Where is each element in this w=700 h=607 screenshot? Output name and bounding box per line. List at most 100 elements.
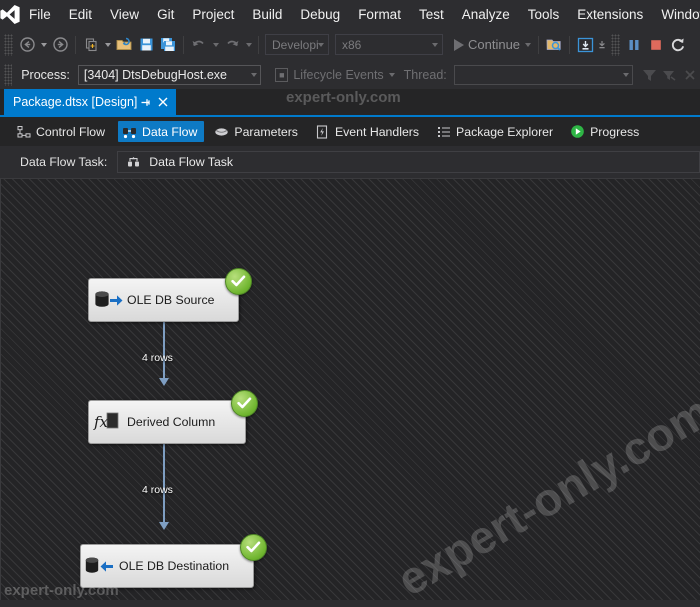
chevron-down-icon	[432, 42, 438, 47]
data-flow-path-2-arrow	[159, 522, 169, 530]
data-flow-path-1-label: 4 rows	[142, 352, 173, 364]
new-item-dropdown[interactable]	[102, 33, 113, 57]
data-flow-path-1[interactable]	[163, 320, 165, 382]
data-flow-task-value: Data Flow Task	[149, 155, 234, 169]
menu-item-tools[interactable]: Tools	[519, 0, 569, 29]
parameters-icon	[214, 124, 229, 139]
continue-label: Continue	[468, 37, 521, 52]
tab-event-handlers[interactable]: Event Handlers	[311, 121, 426, 142]
undo-dropdown[interactable]	[210, 33, 221, 57]
process-label: Process:	[21, 67, 70, 82]
solution-configuration-combo[interactable]: Developi	[265, 34, 329, 55]
visual-studio-logo-icon	[0, 0, 20, 29]
component-ole-db-destination[interactable]: OLE DB Destination	[80, 544, 254, 588]
step-into-icon[interactable]	[574, 33, 596, 57]
status-badge-ole-db-source	[225, 268, 252, 295]
toolbar-grip[interactable]	[611, 33, 621, 56]
menu-item-project[interactable]: Project	[183, 0, 243, 29]
debug-location-toolbar: Process: [3404] DtsDebugHost.exe ■ Lifec…	[0, 60, 700, 89]
close-icon[interactable]	[680, 63, 700, 87]
redo-icon[interactable]	[221, 33, 243, 57]
filter-clear-icon[interactable]	[660, 63, 680, 87]
step-into-dropdown[interactable]	[596, 33, 607, 57]
component-derived-column-label: Derived Column	[127, 415, 216, 429]
restart-icon[interactable]	[667, 33, 689, 57]
tab-parameters[interactable]: Parameters	[210, 121, 305, 142]
process-value: [3404] DtsDebugHost.exe	[83, 67, 227, 82]
menu-item-build[interactable]: Build	[243, 0, 291, 29]
tab-package-explorer[interactable]: Package Explorer	[432, 121, 560, 142]
data-flow-task-bar: Data Flow Task: Data Flow Task	[0, 146, 700, 178]
chevron-down-icon	[622, 72, 629, 77]
pause-icon[interactable]	[623, 33, 645, 57]
svg-text:fx: fx	[93, 413, 109, 431]
ole-db-destination-icon	[81, 555, 119, 577]
toolbar-separator	[75, 35, 76, 54]
data-flow-task-combo[interactable]: Data Flow Task	[117, 151, 700, 173]
toolbar-grip[interactable]	[4, 63, 13, 86]
navigate-back-dropdown[interactable]	[38, 33, 49, 57]
tab-data-flow[interactable]: Data Flow	[118, 121, 205, 142]
data-flow-canvas[interactable]: 4 rows 4 rows OLE DB Source fx Derived C…	[0, 178, 700, 600]
navigate-forward-icon[interactable]	[49, 33, 71, 57]
menu-item-file[interactable]: File	[20, 0, 60, 29]
close-icon[interactable]	[154, 92, 171, 112]
menu-item-window[interactable]: Window	[652, 0, 700, 29]
solution-platform-value: x86	[342, 37, 362, 52]
status-badge-ole-db-destination	[240, 534, 267, 561]
component-ole-db-destination-label: OLE DB Destination	[119, 559, 230, 573]
standard-toolbar: Developi x86 Continue	[0, 29, 700, 60]
menu-item-view[interactable]: View	[101, 0, 148, 29]
open-folder-icon[interactable]	[113, 33, 135, 57]
menu-item-format[interactable]: Format	[349, 0, 410, 29]
canvas-border	[0, 178, 700, 600]
toolbar-grip[interactable]	[4, 33, 13, 56]
ssis-designer-tabs: Control Flow Data Flow Parameters Event …	[0, 117, 700, 146]
lifecycle-dropdown-icon[interactable]	[388, 72, 395, 77]
lifecycle-events-label: Lifecycle Events	[293, 67, 384, 82]
document-tab-strip: Package.dtsx [Design]	[0, 89, 700, 116]
document-tab-title: Package.dtsx [Design]	[13, 95, 138, 109]
document-tab-package-dtsx[interactable]: Package.dtsx [Design]	[4, 89, 177, 115]
lifecycle-icon[interactable]: ■	[275, 67, 289, 82]
menu-item-edit[interactable]: Edit	[60, 0, 101, 29]
process-combo[interactable]: [3404] DtsDebugHost.exe	[77, 64, 262, 85]
toolbar-separator	[569, 35, 571, 54]
redo-dropdown[interactable]	[243, 33, 254, 57]
component-ole-db-source[interactable]: OLE DB Source	[88, 278, 239, 322]
tab-control-flow[interactable]: Control Flow	[12, 121, 112, 142]
thread-label: Thread:	[403, 67, 447, 82]
new-item-icon[interactable]	[80, 33, 102, 57]
menu-item-git[interactable]: Git	[148, 0, 183, 29]
save-icon[interactable]	[135, 33, 157, 57]
undo-icon[interactable]	[188, 33, 210, 57]
tab-progress-label: Progress	[590, 124, 640, 139]
solution-platform-combo[interactable]: x86	[335, 34, 443, 55]
continue-button[interactable]: Continue	[451, 33, 534, 57]
navigate-back-icon[interactable]	[16, 33, 38, 57]
menu-bar: File Edit View Git Project Build Debug F…	[0, 0, 700, 29]
menu-item-extensions[interactable]: Extensions	[568, 0, 652, 29]
data-flow-path-2-label: 4 rows	[142, 484, 173, 496]
tab-progress[interactable]: Progress	[566, 121, 646, 142]
play-icon	[454, 38, 464, 51]
tab-control-flow-label: Control Flow	[36, 124, 106, 139]
thread-combo[interactable]	[453, 64, 633, 85]
data-flow-task-icon	[126, 155, 141, 170]
status-badge-derived-column	[231, 390, 258, 417]
filter-icon[interactable]	[640, 63, 660, 87]
component-derived-column[interactable]: fx Derived Column	[88, 400, 246, 444]
derived-column-icon: fx	[89, 410, 127, 434]
pin-icon[interactable]	[137, 92, 154, 112]
stop-icon[interactable]	[645, 33, 667, 57]
menu-item-test[interactable]: Test	[410, 0, 453, 29]
chevron-down-icon	[525, 42, 532, 47]
save-all-icon[interactable]	[157, 33, 179, 57]
tab-event-handlers-label: Event Handlers	[334, 124, 420, 139]
tab-data-flow-label: Data Flow	[142, 124, 198, 139]
menu-item-analyze[interactable]: Analyze	[453, 0, 519, 29]
toolbar-separator	[258, 35, 259, 54]
toolbar-separator	[538, 35, 540, 54]
attach-to-process-icon[interactable]	[543, 33, 565, 57]
menu-item-debug[interactable]: Debug	[291, 0, 349, 29]
